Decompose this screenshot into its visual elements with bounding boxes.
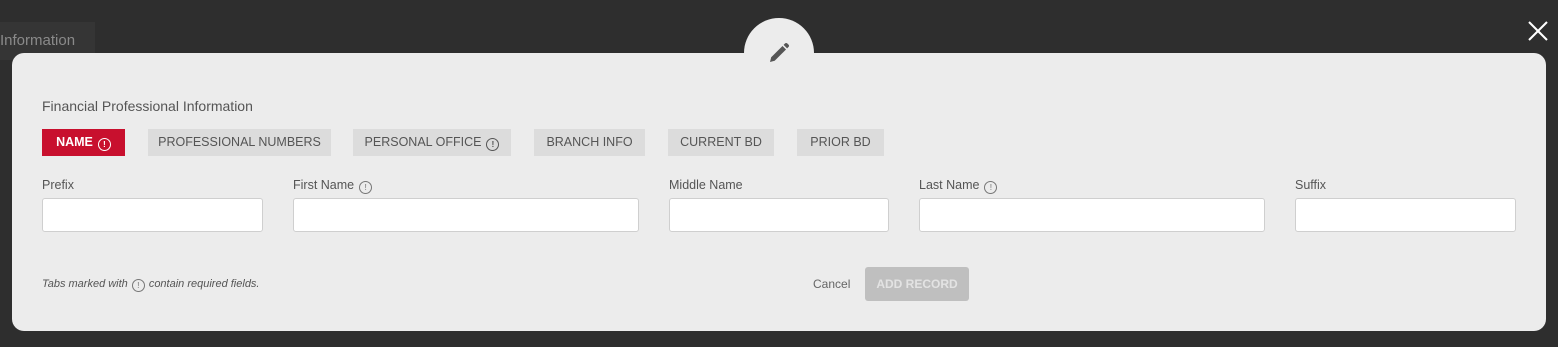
first-name-field[interactable] [293, 198, 639, 232]
tab-personal-office[interactable]: PERSONAL OFFICE! [353, 129, 511, 156]
tab-label: PROFESSIONAL NUMBERS [158, 135, 321, 149]
required-fields-note: Tabs marked with! contain required fields… [42, 278, 260, 292]
last-name-label: Last Name! [919, 178, 998, 194]
middle-name-field[interactable] [669, 198, 889, 232]
middle-name-label-text: Middle Name [669, 178, 743, 192]
middle-name-label: Middle Name [669, 178, 743, 192]
tab-professional-numbers[interactable]: PROFESSIONAL NUMBERS [148, 129, 331, 156]
suffix-label-text: Suffix [1295, 178, 1327, 192]
tab-label: PRIOR BD [810, 135, 871, 149]
last-name-label-text: Last Name [919, 178, 980, 192]
tab-prior-bd[interactable]: PRIOR BD [797, 129, 884, 156]
suffix-field[interactable] [1295, 198, 1516, 232]
first-name-label: First Name! [293, 178, 373, 194]
footnote-suffix: contain required fields. [148, 278, 260, 290]
prefix-label: Prefix [42, 178, 74, 192]
modal-title: Financial Professional Information [42, 98, 253, 114]
pencil-icon [770, 42, 790, 62]
first-name-label-text: First Name [293, 178, 355, 192]
add-record-modal: Financial Professional Information NAME!… [12, 53, 1546, 331]
info-circle-icon: ! [359, 181, 373, 194]
cancel-button[interactable]: Cancel [813, 277, 850, 291]
info-circle-icon: ! [131, 279, 145, 292]
footnote-prefix: Tabs marked with [42, 278, 128, 290]
info-circle-icon: ! [984, 181, 998, 194]
close-icon[interactable] [1524, 17, 1552, 45]
info-circle-icon: ! [97, 138, 111, 151]
tab-label: PERSONAL OFFICE [364, 135, 482, 149]
edit-badge [744, 18, 814, 88]
info-circle-icon: ! [486, 138, 500, 151]
suffix-label: Suffix [1295, 178, 1326, 192]
prefix-label-text: Prefix [42, 178, 74, 192]
prefix-field[interactable] [42, 198, 263, 232]
add-record-button[interactable]: ADD RECORD [865, 267, 969, 301]
tab-label: CURRENT BD [680, 135, 762, 149]
tab-label: NAME [56, 135, 93, 149]
tab-current-bd[interactable]: CURRENT BD [668, 129, 774, 156]
last-name-field[interactable] [919, 198, 1265, 232]
tab-name[interactable]: NAME! [42, 129, 125, 156]
tab-label: BRANCH INFO [546, 135, 633, 149]
tab-branch-info[interactable]: BRANCH INFO [534, 129, 645, 156]
